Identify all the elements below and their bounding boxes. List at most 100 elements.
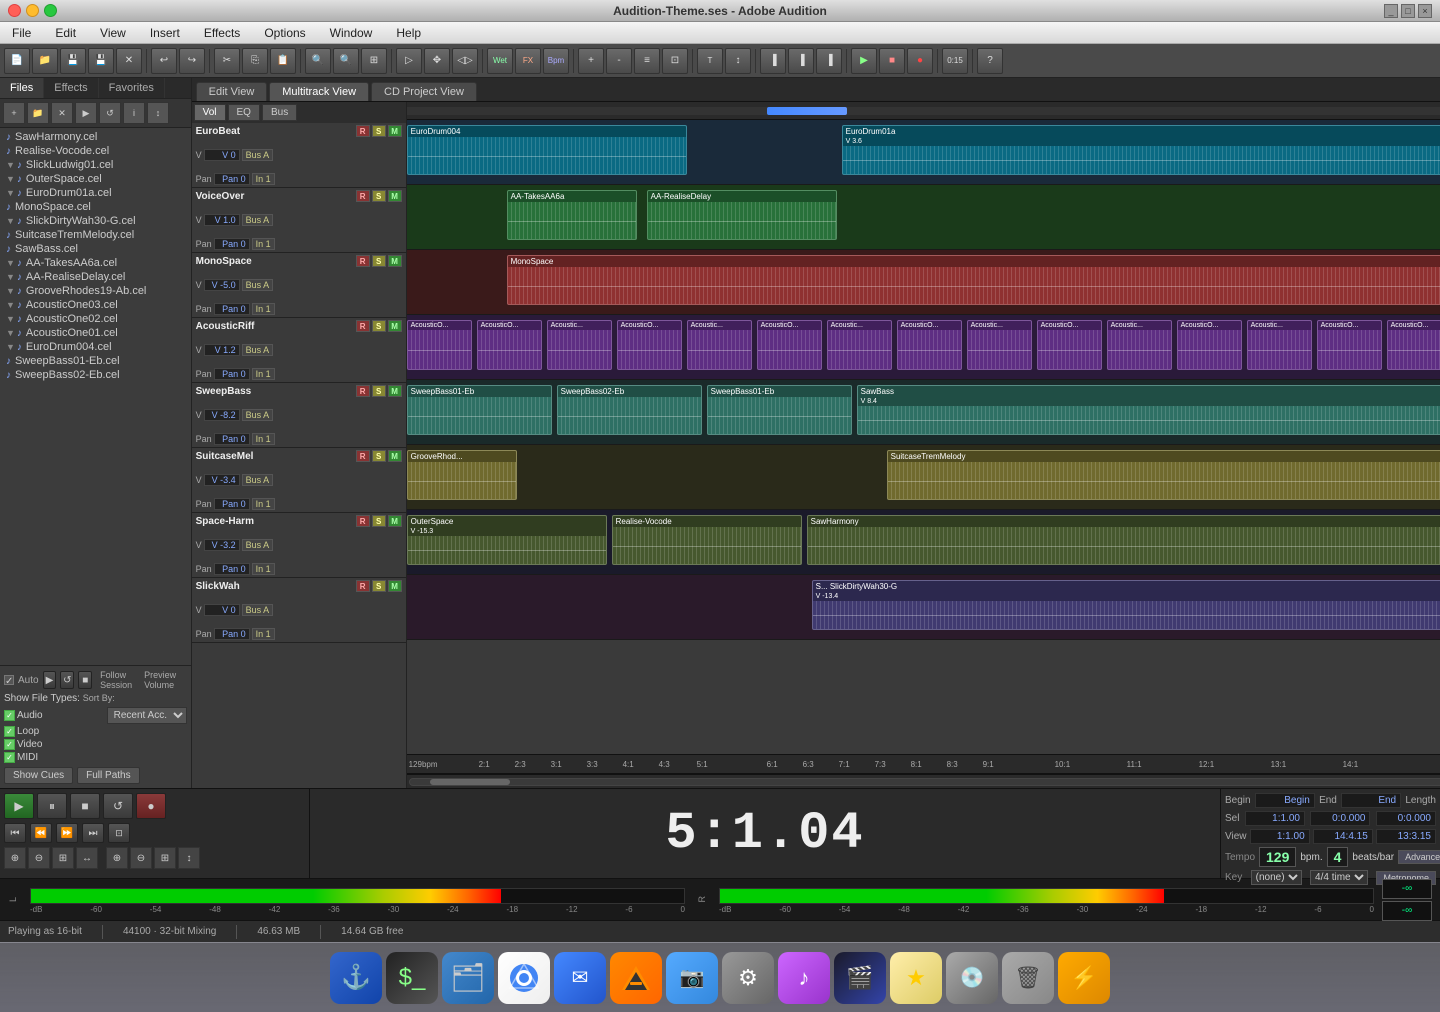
clip-suitcasetrem[interactable]: SuitcaseTremMelody [887, 450, 1440, 500]
pan-val-monospace[interactable]: Pan 0 [214, 303, 250, 315]
dock-icon-anchor[interactable]: ⚓ [330, 952, 382, 1004]
tb-open[interactable]: 📁 [32, 48, 58, 74]
tab-favorites[interactable]: Favorites [99, 78, 165, 98]
in-val-spaceharm[interactable]: In 1 [252, 563, 275, 575]
audio-checkbox-item[interactable]: ✓Audio [4, 710, 43, 721]
dock-icon-imovie[interactable]: 🎬 [834, 952, 886, 1004]
pt-open[interactable]: 📁 [27, 102, 49, 124]
tb-new[interactable]: 📄 [4, 48, 30, 74]
tb-meter3[interactable]: ▐ [816, 48, 842, 74]
track-solo-acousticriff[interactable]: S [372, 320, 386, 332]
zoom-extra[interactable]: ↔ [76, 847, 98, 869]
track-mute-suitcasemel[interactable]: M [388, 450, 402, 462]
vol-val-slickwah[interactable]: V 0 [204, 604, 240, 616]
tab-files[interactable]: Files [0, 78, 44, 98]
track-rec-voiceover[interactable]: R [356, 190, 370, 202]
sort-select[interactable]: Recent Acc. Name Duration [107, 707, 187, 724]
track-mute-monospace[interactable]: M [388, 255, 402, 267]
clip-acoustic-14[interactable]: AcousticO... [1317, 320, 1382, 370]
in-val-suitcasemel[interactable]: In 1 [252, 498, 275, 510]
list-item[interactable]: ▼♪EuroDrum004.cel [2, 340, 189, 354]
bus-val-monospace[interactable]: Bus A [242, 279, 274, 291]
track-solo-eurobeat[interactable]: S [372, 125, 386, 137]
clip-acoustic-6[interactable]: AcousticO... [757, 320, 822, 370]
mixer-tab-vol[interactable]: Vol [194, 104, 226, 121]
tab-edit-view[interactable]: Edit View [196, 82, 268, 101]
tb-zoom-in[interactable]: 🔍 [305, 48, 331, 74]
vol-val-voiceover[interactable]: V 1.0 [204, 214, 240, 226]
clip-acoustic-3[interactable]: Acoustic... [547, 320, 612, 370]
list-item[interactable]: ▼♪SlickLudwig01.cel [2, 158, 189, 172]
list-item[interactable]: ♪SawBass.cel [2, 242, 189, 256]
pt-sort[interactable]: ↕ [147, 102, 169, 124]
tb-save-all[interactable]: 💾 [88, 48, 114, 74]
list-item[interactable]: ▼♪SlickDirtyWah30-G.cel [2, 214, 189, 228]
zoom-in-v[interactable]: ⊕ [106, 847, 128, 869]
key-select[interactable]: (none) [1251, 870, 1302, 885]
pt-import[interactable]: + [3, 102, 25, 124]
vol-val-eurobeat[interactable]: V 0 [204, 149, 240, 161]
clip-realisedelay[interactable]: AA-RealiseDelay [647, 190, 837, 240]
track-rec-slickwah[interactable]: R [356, 580, 370, 592]
midi-cb[interactable]: ✓MIDI [4, 752, 38, 763]
in-val-voiceover[interactable]: In 1 [252, 238, 275, 250]
track-row-suitcasemel[interactable]: GrooveRhod... SuitcaseTremMelody 6 [407, 445, 1440, 510]
tb-stop[interactable]: ■ [879, 48, 905, 74]
dock-icon-itunes[interactable]: ♪ [778, 952, 830, 1004]
track-row-sweepbass[interactable]: SweepBass01-Eb SweepBass02-Eb SweepBass0… [407, 380, 1440, 445]
list-item[interactable]: ♪SuitcaseTremMelody.cel [2, 228, 189, 242]
dock-icon-usb[interactable]: ⚡ [1058, 952, 1110, 1004]
bus-val-eurobeat[interactable]: Bus A [242, 149, 274, 161]
clip-acoustic-1[interactable]: AcousticO... [407, 320, 472, 370]
transport-skipfwd[interactable]: ⏭ [82, 823, 104, 843]
auto-checkbox[interactable]: ✓ [4, 675, 14, 685]
menu-insert[interactable]: Insert [146, 24, 184, 42]
clip-acoustic-10[interactable]: AcousticO... [1037, 320, 1102, 370]
clip-slickdirtywah[interactable]: S... SlickDirtyWah30-GV -13.4 [812, 580, 1440, 630]
list-item[interactable]: ▼♪GrooveRhodes19-Ab.cel [2, 284, 189, 298]
horizontal-scrollbar[interactable] [407, 774, 1440, 788]
list-item[interactable]: ▼♪AcousticOne03.cel [2, 298, 189, 312]
tb-fade[interactable]: ◁▷ [452, 48, 478, 74]
menu-help[interactable]: Help [392, 24, 425, 42]
h-scroll-track[interactable] [409, 778, 1440, 786]
track-solo-voiceover[interactable]: S [372, 190, 386, 202]
list-item[interactable]: ♪MonoSpace.cel [2, 200, 189, 214]
pan-val-spaceharm[interactable]: Pan 0 [214, 563, 250, 575]
track-rec-spaceharm[interactable]: R [356, 515, 370, 527]
tb-undo[interactable]: ↩ [151, 48, 177, 74]
clip-acoustic-15[interactable]: AcousticO... [1387, 320, 1440, 370]
video-cb[interactable]: ✓Video [4, 739, 42, 750]
dock-icon-vlc[interactable] [610, 952, 662, 1004]
clip-acoustic-5[interactable]: Acoustic... [687, 320, 752, 370]
tb-move[interactable]: ✥ [424, 48, 450, 74]
transport-rec[interactable]: ● [136, 793, 166, 819]
pt-close[interactable]: ✕ [51, 102, 73, 124]
transport-play[interactable]: ▶ [4, 793, 34, 819]
track-row-slickwah[interactable]: S... SlickDirtyWah30-GV -13.4 8 [407, 575, 1440, 640]
clip-acoustic-2[interactable]: AcousticO... [477, 320, 542, 370]
clip-grooverhod[interactable]: GrooveRhod... [407, 450, 517, 500]
track-solo-slickwah[interactable]: S [372, 580, 386, 592]
loop-cb[interactable]: ✓Loop [4, 726, 39, 737]
menu-window[interactable]: Window [326, 24, 377, 42]
clip-eurodrum01a[interactable]: EuroDrum01aV 3.6 [842, 125, 1440, 175]
win-minimize[interactable]: _ [1384, 4, 1398, 18]
list-item[interactable]: ▼♪AA-RealiseDelay.cel [2, 270, 189, 284]
tb-cut[interactable]: ✂ [214, 48, 240, 74]
win-maximize[interactable]: □ [1401, 4, 1415, 18]
track-rec-acousticriff[interactable]: R [356, 320, 370, 332]
track-row-voiceover[interactable]: AA-TakesAA6a AA-RealiseDelay 2 [407, 185, 1440, 250]
track-rec-sweepbass[interactable]: R [356, 385, 370, 397]
tb-snap[interactable]: ⊡ [662, 48, 688, 74]
tb-copy[interactable]: ⎘ [242, 48, 268, 74]
list-item[interactable]: ♪SweepBass02-Eb.cel [2, 368, 189, 382]
advanced-button[interactable]: Advanced... [1398, 850, 1440, 864]
tb-save[interactable]: 💾 [60, 48, 86, 74]
transport-pause[interactable]: ⏸ [37, 793, 67, 819]
track-solo-suitcasemel[interactable]: S [372, 450, 386, 462]
pt-play[interactable]: ▶ [75, 102, 97, 124]
pan-val-suitcasemel[interactable]: Pan 0 [214, 498, 250, 510]
tempo-value[interactable]: 129 [1259, 847, 1296, 867]
dock-icon-chrome[interactable] [498, 952, 550, 1004]
